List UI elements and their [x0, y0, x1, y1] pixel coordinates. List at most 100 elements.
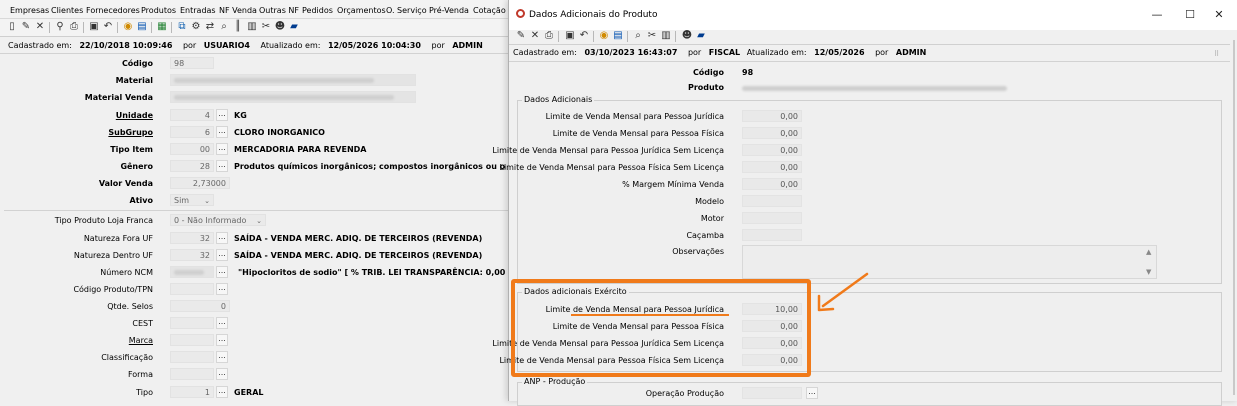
maximize-button[interactable]: ☐ — [1183, 8, 1197, 21]
report-icon[interactable]: ▤ — [612, 30, 624, 42]
report-icon[interactable]: ▤ — [136, 21, 148, 33]
tipo-lookup-button[interactable]: ... — [216, 386, 228, 398]
undo-icon[interactable]: ↶ — [102, 21, 114, 33]
menu-nf-venda[interactable]: NF Venda — [219, 6, 257, 15]
menu-entradas[interactable]: Entradas — [180, 6, 216, 15]
da-limite-pf-sem-licenca-field[interactable]: 0,00 — [742, 161, 802, 173]
help-icon[interactable]: ◉ — [122, 21, 134, 33]
da-cacamba-field[interactable] — [742, 229, 802, 241]
marca-lookup-button[interactable]: ... — [216, 334, 228, 346]
menu-clientes[interactable]: Clientes — [51, 6, 83, 15]
edit-icon[interactable]: ✎ — [20, 21, 32, 33]
save-icon[interactable]: ▣ — [88, 21, 100, 33]
cest-lookup-button[interactable]: ... — [216, 317, 228, 329]
menu-outras-nf[interactable]: Outras NF — [259, 6, 299, 15]
edit-icon[interactable]: ✎ — [515, 30, 527, 42]
minimize-button[interactable]: — — [1150, 8, 1164, 21]
menu-pedidos[interactable]: Pedidos — [302, 6, 333, 15]
new-icon[interactable]: ▯ — [6, 21, 18, 33]
scroll-down-icon[interactable]: ▼ — [1146, 268, 1151, 276]
scroll-up-icon[interactable]: ▲ — [1146, 248, 1151, 256]
material-field[interactable] — [170, 74, 416, 86]
tipo-produto-loja-select[interactable]: 0 - Não Informado ⌄ — [170, 214, 266, 226]
cest-field[interactable] — [170, 317, 214, 329]
codigo-produto-tpn-lookup-button[interactable]: ... — [216, 283, 228, 295]
codigo-field[interactable]: 98 — [170, 57, 214, 69]
natureza-fora-code-field[interactable]: 32 — [170, 232, 214, 244]
genero-lookup-button[interactable]: ... — [216, 160, 228, 172]
menu-empresas[interactable]: Empresas — [10, 6, 49, 15]
natureza-dentro-lookup-button[interactable]: ... — [216, 249, 228, 261]
menu-o-servico[interactable]: O. Serviço — [386, 6, 427, 15]
menu-orcamentos[interactable]: Orçamentos — [337, 6, 386, 15]
ncm-code-field[interactable] — [170, 266, 214, 278]
created-date: 22/10/2018 10:09:46 — [79, 41, 173, 50]
close-button[interactable]: ✕ — [1212, 8, 1226, 21]
dialog-scrollbar[interactable] — [1230, 36, 1237, 401]
save-icon[interactable]: ▣ — [564, 30, 576, 42]
menu-produtos[interactable]: Produtos — [141, 6, 176, 15]
forma-field[interactable] — [170, 368, 214, 380]
tipo-item-code-field[interactable]: 00 — [170, 143, 214, 155]
cancel-icon[interactable]: ✕ — [34, 21, 46, 33]
natureza-dentro-code-field[interactable]: 32 — [170, 249, 214, 261]
cancel-icon[interactable]: ✕ — [529, 30, 541, 42]
calculator-icon[interactable]: ▦ — [156, 21, 168, 33]
unidade-lookup-button[interactable]: ... — [216, 109, 228, 121]
book-icon[interactable]: ▰ — [288, 21, 300, 33]
grid-icon[interactable]: ▥ — [246, 21, 258, 33]
print-icon[interactable]: ⎙ — [543, 30, 555, 42]
menu-cotacao[interactable]: Cotação — [473, 6, 506, 15]
barcode-icon[interactable]: ║ — [232, 21, 244, 33]
classificacao-lookup-button[interactable]: ... — [216, 351, 228, 363]
marca-label[interactable]: Marca — [129, 336, 153, 345]
menu-pre-venda[interactable]: Pré-Venda — [429, 6, 469, 15]
qtde-selos-field[interactable]: 0 — [170, 300, 230, 312]
ncm-lookup-button[interactable]: ... — [216, 266, 228, 278]
natureza-fora-lookup-button[interactable]: ... — [216, 232, 228, 244]
dialog-titlebar[interactable]: Dados Adicionais do Produto — ☐ ✕ — [509, 0, 1237, 30]
search-icon[interactable]: ⌕ — [218, 21, 230, 33]
da-limite-pj-field[interactable]: 0,00 — [742, 110, 802, 122]
classificacao-field[interactable] — [170, 351, 214, 363]
genero-code-field[interactable]: 28 — [170, 160, 214, 172]
codigo-produto-tpn-field[interactable] — [170, 283, 214, 295]
user-icon[interactable]: ☻ — [681, 30, 693, 42]
observacoes-textarea[interactable] — [742, 245, 1157, 279]
subgrupo-label[interactable]: SubGrupo — [108, 128, 153, 137]
copy-icon[interactable]: ⧉ — [176, 21, 188, 33]
transfer-icon[interactable]: ⇄ — [204, 21, 216, 33]
subgrupo-lookup-button[interactable]: ... — [216, 126, 228, 138]
operacao-producao-field[interactable] — [742, 387, 802, 399]
scrollbar-thumb[interactable] — [1233, 40, 1235, 395]
menu-fornecedores[interactable]: Fornecedores — [86, 6, 140, 15]
subgrupo-code-field[interactable]: 6 — [170, 126, 214, 138]
user-icon[interactable]: ☻ — [274, 21, 286, 33]
da-margem-minima-field[interactable]: 0,00 — [742, 178, 802, 190]
forma-lookup-button[interactable]: ... — [216, 368, 228, 380]
da-limite-pf-field[interactable]: 0,00 — [742, 127, 802, 139]
undo-icon[interactable]: ↶ — [578, 30, 590, 42]
tipo-code-field[interactable]: 1 — [170, 386, 214, 398]
marca-field[interactable] — [170, 334, 214, 346]
da-motor-field[interactable] — [742, 212, 802, 224]
tools-icon[interactable]: ⚙ — [190, 21, 202, 33]
help-icon[interactable]: ◉ — [598, 30, 610, 42]
search-icon[interactable]: ⌕ — [632, 30, 644, 42]
ativo-select[interactable]: Sim ⌄ — [170, 194, 214, 206]
scissors-icon[interactable]: ✂ — [646, 30, 658, 42]
grid-icon[interactable]: ▥ — [660, 30, 672, 42]
ativo-value: Sim — [174, 196, 190, 205]
tipo-item-lookup-button[interactable]: ... — [216, 143, 228, 155]
material-venda-field[interactable] — [170, 91, 416, 103]
operacao-producao-lookup-button[interactable]: ... — [806, 387, 818, 399]
binoculars-icon[interactable]: ⚲ — [54, 21, 66, 33]
print-icon[interactable]: ⎙ — [68, 21, 80, 33]
book-icon[interactable]: ▰ — [695, 30, 707, 42]
da-limite-pj-sem-licenca-field[interactable]: 0,00 — [742, 144, 802, 156]
unidade-code-field[interactable]: 4 — [170, 109, 214, 121]
scissors-icon[interactable]: ✂ — [260, 21, 272, 33]
unidade-label[interactable]: Unidade — [116, 111, 153, 120]
da-modelo-field[interactable] — [742, 195, 802, 207]
valor-venda-field[interactable]: 2,73000 — [170, 177, 230, 189]
